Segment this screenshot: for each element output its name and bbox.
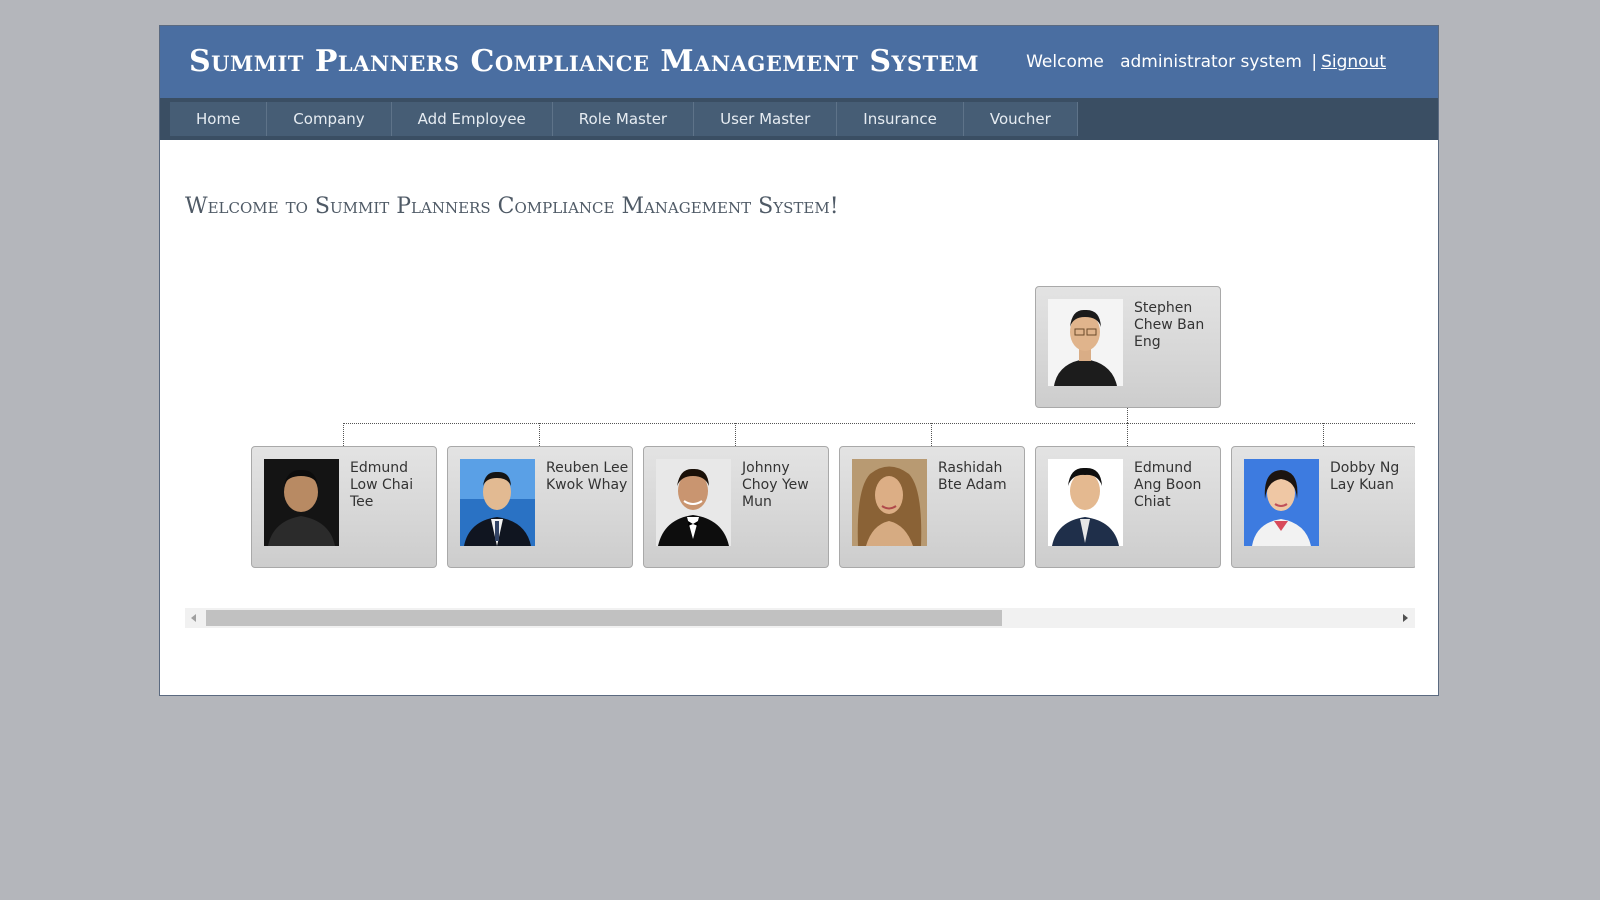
- menu-item-role-master[interactable]: Role Master: [552, 102, 695, 136]
- employee-name: Edmund Low Chai Tee: [350, 460, 414, 510]
- org-node-child[interactable]: Rashidah Bte Adam: [839, 446, 1025, 568]
- employee-photo: [656, 459, 731, 546]
- separator: |: [1311, 52, 1318, 72]
- org-node-child[interactable]: Edmund Low Chai Tee: [251, 446, 437, 568]
- app-title: Summit Planners Compliance Management Sy…: [189, 44, 980, 79]
- employee-photo: [460, 459, 535, 546]
- nav-bar: Home Company Add Employee Role Master Us…: [160, 98, 1438, 140]
- org-node-child[interactable]: Edmund Ang Boon Chiat: [1035, 446, 1221, 568]
- employee-photo: [852, 459, 927, 546]
- employee-photo: [264, 459, 339, 546]
- org-node-child[interactable]: Reuben Lee Kwok Whay: [447, 446, 633, 568]
- employee-name: Rashidah Bte Adam: [938, 460, 1007, 493]
- main-menu: Home Company Add Employee Role Master Us…: [170, 102, 1078, 136]
- org-node-child[interactable]: Dobby Ng Lay Kuan: [1231, 446, 1415, 568]
- scroll-right-arrow-icon[interactable]: [1403, 614, 1408, 622]
- menu-item-add-employee[interactable]: Add Employee: [391, 102, 553, 136]
- org-node-child[interactable]: Johnny Choy Yew Mun: [643, 446, 829, 568]
- menu-item-insurance[interactable]: Insurance: [837, 102, 964, 136]
- employee-name: Stephen Chew Ban Eng: [1134, 300, 1205, 350]
- employee-name: Johnny Choy Yew Mun: [742, 460, 809, 510]
- horizontal-scrollbar[interactable]: [185, 608, 1415, 628]
- employee-name: Edmund Ang Boon Chiat: [1134, 460, 1202, 510]
- employee-name: Reuben Lee Kwok Whay: [546, 460, 629, 493]
- menu-item-home[interactable]: Home: [170, 102, 268, 136]
- page-container: Summit Planners Compliance Management Sy…: [159, 25, 1439, 696]
- menu-item-voucher[interactable]: Voucher: [963, 102, 1078, 136]
- signout-link[interactable]: Signout: [1321, 52, 1386, 72]
- login-status: Welcome administrator system | Signout: [1026, 52, 1386, 72]
- menu-item-user-master[interactable]: User Master: [694, 102, 838, 136]
- menu-item-company[interactable]: Company: [267, 102, 392, 136]
- user-name: administrator system: [1120, 52, 1302, 72]
- sibling-connector: [343, 423, 1415, 424]
- welcome-label: Welcome: [1026, 52, 1104, 72]
- org-node-root[interactable]: Stephen Chew Ban Eng: [1035, 286, 1221, 408]
- org-chart: Stephen Chew Ban Eng Edmund Low Chai Tee…: [185, 286, 1415, 646]
- scroll-left-arrow-icon[interactable]: [191, 614, 196, 622]
- employee-photo: [1048, 299, 1123, 386]
- root-connector: [1127, 408, 1128, 423]
- scrollbar-thumb[interactable]: [206, 610, 1002, 626]
- employee-photo: [1244, 459, 1319, 546]
- header-bar: Summit Planners Compliance Management Sy…: [160, 26, 1438, 98]
- employee-name: Dobby Ng Lay Kuan: [1330, 460, 1400, 493]
- employee-photo: [1048, 459, 1123, 546]
- page-heading: Welcome to Summit Planners Compliance Ma…: [185, 194, 839, 219]
